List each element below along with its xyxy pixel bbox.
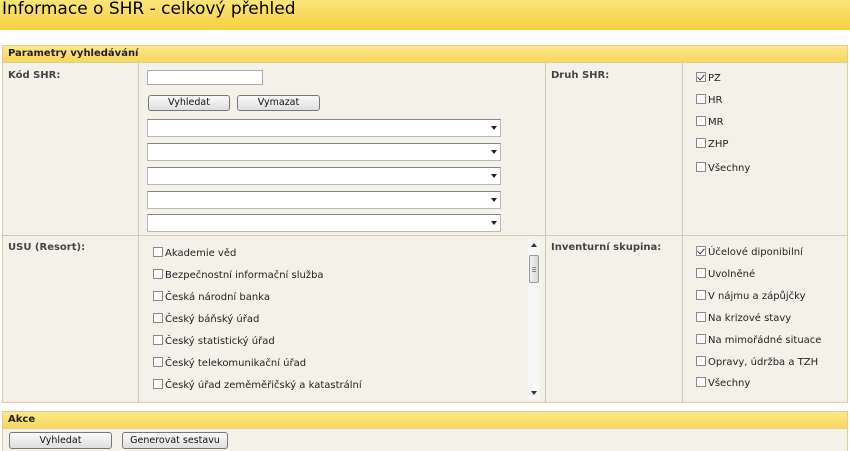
druh-mr-option[interactable]: MR — [696, 116, 724, 130]
usu-label: USU (Resort): — [8, 242, 86, 253]
checkbox[interactable] — [153, 313, 163, 323]
option-label: Český statistický úřad — [165, 336, 275, 347]
selector-4[interactable] — [147, 191, 501, 209]
usu-option[interactable]: Bezpečnostní informační služba — [153, 269, 324, 283]
inventory-option[interactable]: V nájmu a zápůjčky — [696, 290, 806, 304]
checkbox[interactable] — [696, 116, 706, 126]
option-label: Na krizové stavy — [708, 313, 792, 324]
option-label: Opravy, údržba a TZH — [708, 357, 819, 368]
selector-3[interactable] — [147, 167, 501, 185]
selector-5[interactable] — [147, 214, 501, 232]
search-params-header: Parametry vyhledávání — [3, 46, 847, 63]
vyhledat-button[interactable]: Vyhledat — [9, 432, 112, 449]
checkbox[interactable] — [696, 94, 706, 104]
checkbox[interactable] — [153, 357, 163, 367]
scroll-up-icon[interactable] — [531, 243, 537, 247]
option-label: Bezpečnostní informační služba — [165, 270, 324, 281]
checkbox[interactable] — [696, 72, 706, 82]
checkbox[interactable] — [153, 335, 163, 345]
option-label: V nájmu a zápůjčky — [708, 291, 806, 302]
option-label: Česká národní banka — [165, 292, 270, 303]
checkbox[interactable] — [153, 379, 163, 389]
kod-shr-label: Kód SHR: — [8, 70, 61, 81]
inventory-option[interactable]: Na krizové stavy — [696, 312, 791, 326]
checkbox[interactable] — [696, 377, 706, 387]
inventory-option[interactable]: Na mimořádné situace — [696, 334, 821, 348]
inventory-option[interactable]: Opravy, údržba a TZH — [696, 356, 818, 370]
inventory-option[interactable]: Všechny — [696, 377, 750, 391]
chevron-down-icon — [491, 198, 497, 202]
checkbox[interactable] — [696, 290, 706, 300]
actions-header: Akce — [3, 412, 847, 429]
option-label: Český báňský úřad — [165, 314, 260, 325]
usu-option[interactable]: Česká národní banka — [153, 291, 270, 305]
inventory-option[interactable]: Účelové diponibilní — [696, 246, 803, 260]
option-label: Všechny — [708, 163, 751, 174]
druh-vsechny-option[interactable]: Všechny — [696, 162, 750, 176]
druh-shr-label-cell — [546, 63, 683, 236]
usu-label-cell — [2, 236, 139, 403]
checkbox[interactable] — [696, 138, 706, 148]
chevron-down-icon — [491, 126, 497, 130]
checkbox[interactable] — [696, 162, 706, 172]
usu-listbox[interactable]: Akademie věd Bezpečnostní informační slu… — [148, 239, 540, 399]
option-label: Český telekomunikační úřad — [165, 358, 307, 369]
vyhledat-kod-button[interactable]: Vyhledat — [148, 95, 230, 111]
page-header: Informace o SHR - celkový přehled — [0, 0, 850, 30]
usu-scrollbar[interactable] — [528, 239, 540, 399]
inventory-option[interactable]: Uvolněné — [696, 268, 755, 282]
checkbox[interactable] — [696, 312, 706, 322]
inventory-group-label: Inventurní skupina: — [551, 242, 662, 253]
checkbox[interactable] — [153, 247, 163, 257]
chevron-down-icon — [491, 174, 497, 178]
usu-option[interactable]: Český telekomunikační úřad — [153, 357, 306, 371]
kod-shr-input[interactable] — [147, 70, 263, 85]
usu-option[interactable]: Český báňský úřad — [153, 313, 259, 327]
checkbox[interactable] — [696, 246, 706, 256]
scroll-down-icon[interactable] — [531, 391, 537, 395]
option-label: Uvolněné — [708, 269, 756, 280]
option-label: Akademie věd — [165, 248, 237, 259]
option-label: MR — [708, 117, 724, 128]
option-label: PZ — [708, 73, 721, 84]
usu-option[interactable]: Český statistický úřad — [153, 335, 275, 349]
option-label: ZHP — [708, 139, 729, 150]
option-label: HR — [708, 95, 723, 106]
druh-pz-option[interactable]: PZ — [696, 72, 721, 86]
checkbox[interactable] — [696, 334, 706, 344]
druh-shr-label: Druh SHR: — [551, 70, 610, 81]
selector-2[interactable] — [147, 143, 501, 161]
usu-option[interactable]: Akademie věd — [153, 247, 236, 261]
druh-hr-option[interactable]: HR — [696, 94, 722, 108]
scrollbar-thumb[interactable] — [529, 255, 539, 283]
chevron-down-icon — [491, 150, 497, 154]
vymazat-button[interactable]: Vymazat — [237, 95, 320, 111]
checkbox[interactable] — [153, 269, 163, 279]
usu-option[interactable]: Český úřad zeměměřičský a katastrální — [153, 379, 362, 393]
kod-shr-label-cell — [2, 63, 139, 236]
generovat-sestavu-button[interactable]: Generovat sestavu — [122, 432, 228, 449]
selector-1[interactable] — [147, 119, 501, 137]
option-label: Účelové diponibilní — [708, 247, 803, 258]
option-label: Všechny — [708, 378, 751, 389]
page-title: Informace o SHR - celkový přehled — [2, 0, 296, 19]
option-label: Na mimořádné situace — [708, 335, 822, 346]
option-label: Český úřad zeměměřičský a katastrální — [165, 380, 362, 391]
chevron-down-icon — [491, 221, 497, 225]
druh-zhp-option[interactable]: ZHP — [696, 138, 728, 152]
checkbox[interactable] — [153, 291, 163, 301]
checkbox[interactable] — [696, 268, 706, 278]
inventory-label-cell — [546, 236, 683, 403]
checkbox[interactable] — [696, 356, 706, 366]
